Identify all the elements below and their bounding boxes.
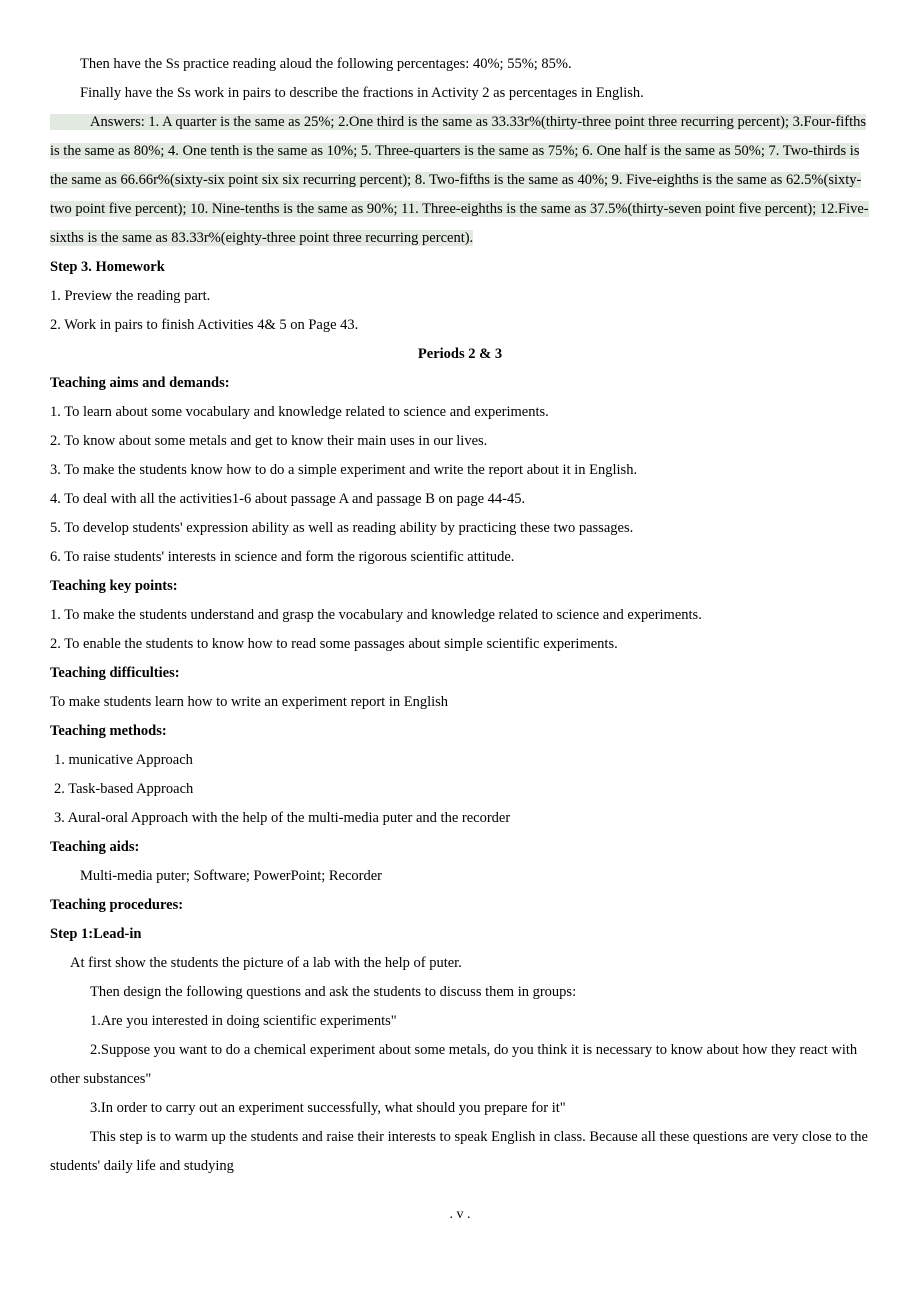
list-item: 1. To learn about some vocabulary and kn… <box>50 398 870 427</box>
body-text: Finally have the Ss work in pairs to des… <box>80 79 870 108</box>
body-text: This step is to warm up the students and… <box>50 1123 870 1181</box>
body-text: To make students learn how to write an e… <box>50 688 870 717</box>
section-heading: Teaching aims and demands: <box>50 369 870 398</box>
list-item: 2.Suppose you want to do a chemical expe… <box>50 1036 870 1094</box>
body-text: Then design the following questions and … <box>90 978 870 1007</box>
answers-block: Answers: 1. A quarter is the same as 25%… <box>50 108 870 253</box>
section-heading: Teaching key points: <box>50 572 870 601</box>
section-title: Periods 2 & 3 <box>50 340 870 369</box>
list-item: 2. To know about some metals and get to … <box>50 427 870 456</box>
list-item: 5. To develop students' expression abili… <box>50 514 870 543</box>
section-heading: Teaching difficulties: <box>50 659 870 688</box>
section-heading: Teaching procedures: <box>50 891 870 920</box>
list-item: 1. municative Approach <box>54 746 870 775</box>
list-item: 1. Preview the reading part. <box>50 282 870 311</box>
list-item: 1.Are you interested in doing scientific… <box>90 1007 870 1036</box>
step-heading: Step 1:Lead-in <box>50 920 870 949</box>
list-item: 4. To deal with all the activities1-6 ab… <box>50 485 870 514</box>
list-item: 2. To enable the students to know how to… <box>50 630 870 659</box>
body-text: Multi-media puter; Software; PowerPoint;… <box>80 862 870 891</box>
highlighted-text: Answers: 1. A quarter is the same as 25%… <box>50 114 869 246</box>
list-item: 3. To make the students know how to do a… <box>50 456 870 485</box>
section-heading: Teaching methods: <box>50 717 870 746</box>
body-text: Then have the Ss practice reading aloud … <box>80 50 870 79</box>
list-item: 3. Aural-oral Approach with the help of … <box>54 804 870 833</box>
section-heading: Step 3. Homework <box>50 253 870 282</box>
list-item: 6. To raise students' interests in scien… <box>50 543 870 572</box>
section-heading: Teaching aids: <box>50 833 870 862</box>
list-item: 1. To make the students understand and g… <box>50 601 870 630</box>
list-item: 3.In order to carry out an experiment su… <box>90 1094 870 1123</box>
list-item: 2. Work in pairs to finish Activities 4&… <box>50 311 870 340</box>
list-item: 2. Task-based Approach <box>54 775 870 804</box>
body-text: At first show the students the picture o… <box>70 949 870 978</box>
page-footer: . v . <box>50 1201 870 1229</box>
